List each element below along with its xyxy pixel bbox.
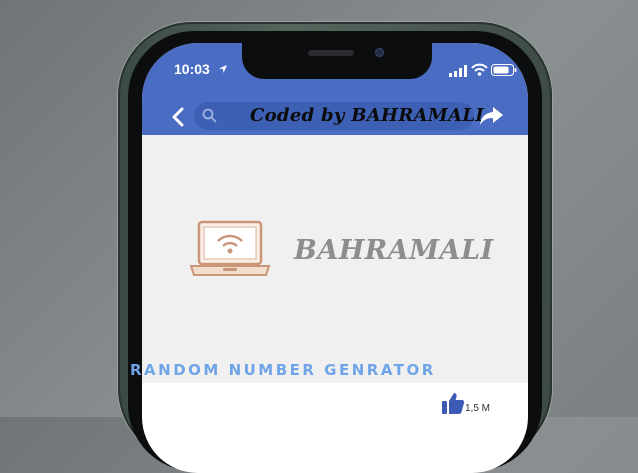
phone-frame: 10:03 Coded by BAHRAMALI BAHRAMALI: [118, 22, 552, 473]
speaker-grille: [308, 50, 354, 56]
like-count: 1,5 M: [465, 403, 491, 414]
search-text[interactable]: Coded by BAHRAMALI: [250, 105, 484, 126]
battery-icon: [491, 64, 517, 76]
search-bar[interactable]: Coded by BAHRAMALI: [194, 102, 484, 130]
phone-side-button: [542, 242, 546, 302]
location-arrow-icon: [219, 65, 227, 73]
share-arrow-icon[interactable]: [478, 105, 504, 127]
status-time: 10:03: [174, 61, 210, 77]
banner-area: BAHRAMALI: [142, 135, 528, 383]
brand-name: BAHRAMALI: [294, 235, 494, 266]
app-header: 10:03 Coded by BAHRAMALI: [142, 43, 528, 135]
signal-bars-icon: [449, 65, 467, 77]
app-title: RANDOM NUMBER GENRATOR: [130, 361, 436, 379]
phone-notch: [242, 43, 432, 79]
front-camera: [375, 48, 384, 57]
search-icon: [202, 108, 217, 123]
laptop-wifi-icon: [190, 220, 271, 276]
thumbs-up-icon[interactable]: [441, 391, 465, 415]
back-chevron-icon[interactable]: [170, 107, 188, 127]
wifi-icon: [471, 63, 488, 76]
